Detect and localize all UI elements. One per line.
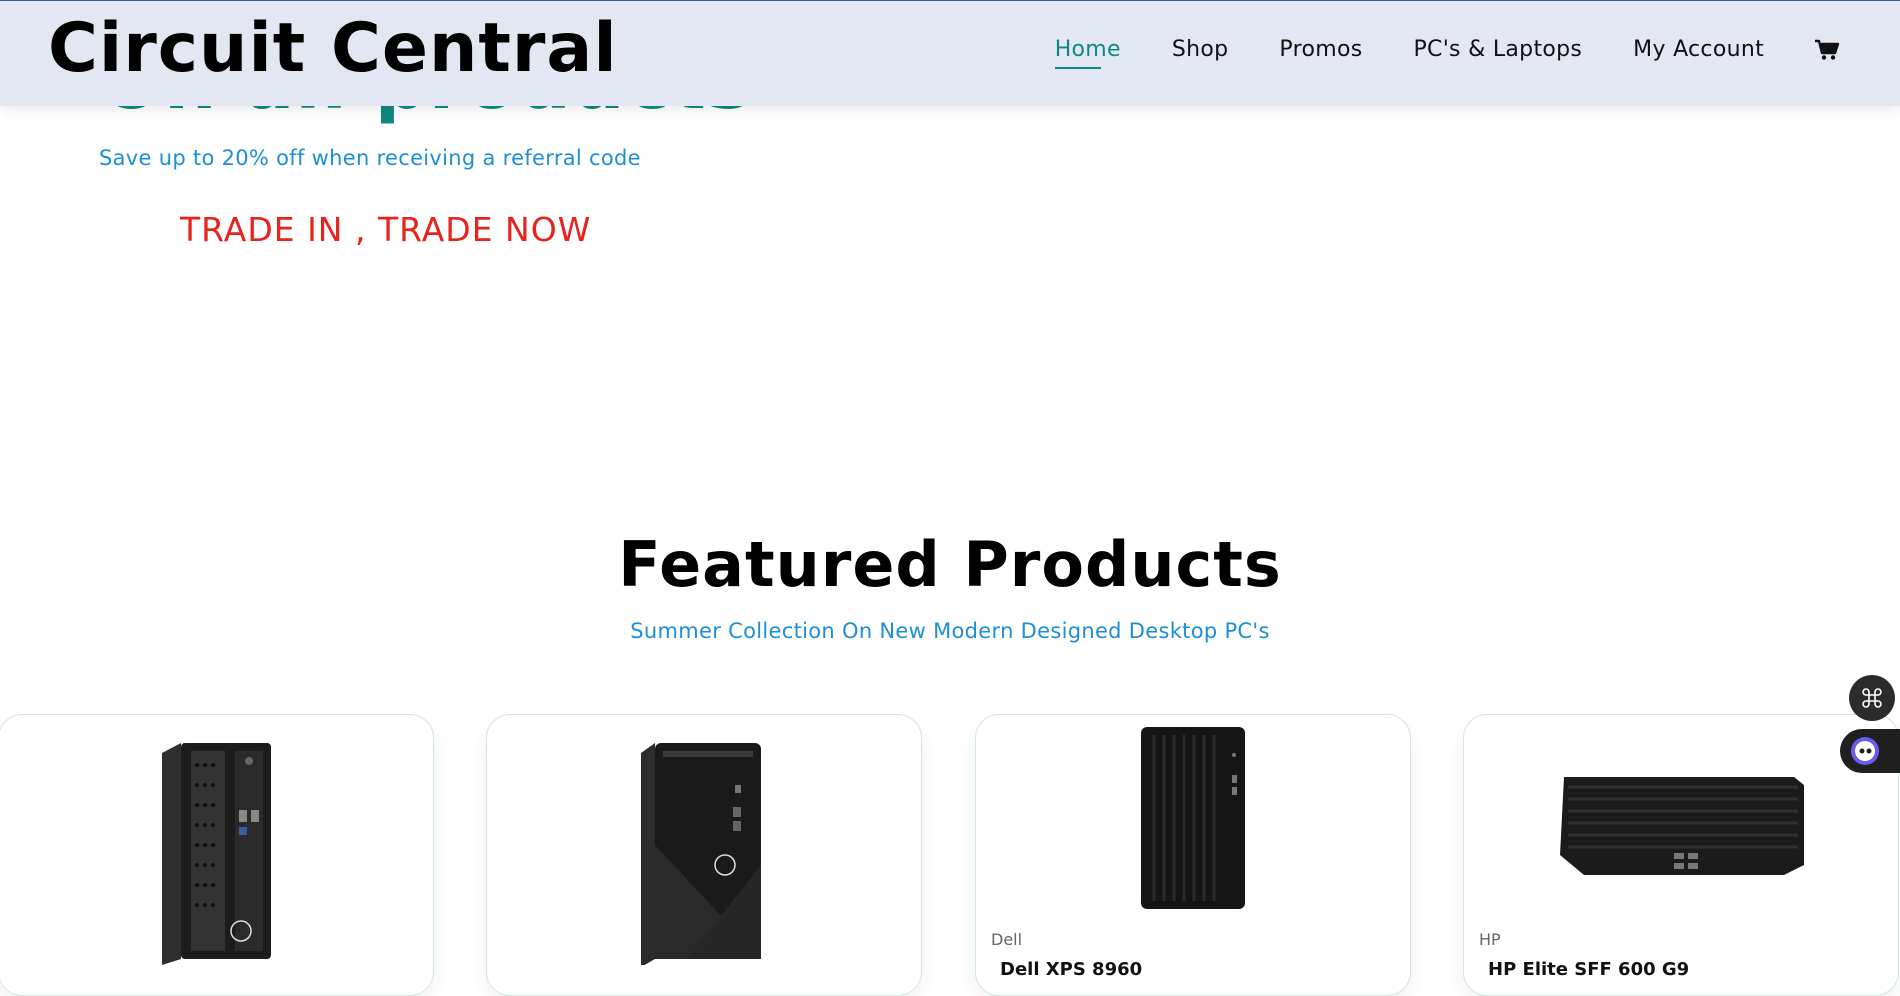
nav-pcs-laptops[interactable]: PC's & Laptops xyxy=(1413,37,1582,62)
product-name[interactable]: HP Elite SFF 600 G9 xyxy=(1488,959,1689,980)
cart-icon[interactable] xyxy=(1814,39,1840,61)
product-brand: HP xyxy=(1479,930,1501,949)
product-card[interactable]: Dell Dell XPS 8960 xyxy=(975,714,1411,996)
product-image xyxy=(162,743,271,965)
product-card[interactable] xyxy=(0,714,434,996)
featured-subtitle: Summer Collection On New Modern Designed… xyxy=(630,619,1270,643)
assistant-widget[interactable] xyxy=(1840,729,1900,773)
main-nav: Home Shop Promos PC's & Laptops My Accou… xyxy=(1004,37,1840,69)
site-logo[interactable]: Circuit Central xyxy=(48,9,618,88)
hero-subtitle: Save up to 20% off when receiving a refe… xyxy=(99,146,641,170)
product-image xyxy=(1560,777,1804,875)
nav-my-account[interactable]: My Account xyxy=(1633,37,1764,62)
product-card[interactable] xyxy=(486,714,922,996)
command-button[interactable] xyxy=(1849,675,1895,721)
assistant-icon xyxy=(1851,737,1879,765)
command-icon xyxy=(1862,688,1882,708)
trade-in-text: TRADE IN , TRADE NOW xyxy=(180,210,592,249)
product-image xyxy=(1141,727,1245,909)
featured-title: Featured Products xyxy=(618,528,1282,601)
nav-promos[interactable]: Promos xyxy=(1279,37,1362,62)
product-name[interactable]: Dell XPS 8960 xyxy=(1000,959,1142,980)
product-card[interactable]: HP HP Elite SFF 600 G9 xyxy=(1463,714,1899,996)
nav-shop[interactable]: Shop xyxy=(1172,37,1229,62)
product-brand: Dell xyxy=(991,930,1023,949)
product-image xyxy=(641,743,761,965)
nav-home[interactable]: Home xyxy=(1054,37,1121,69)
site-header: Circuit Central Home Shop Promos PC's & … xyxy=(0,0,1900,106)
